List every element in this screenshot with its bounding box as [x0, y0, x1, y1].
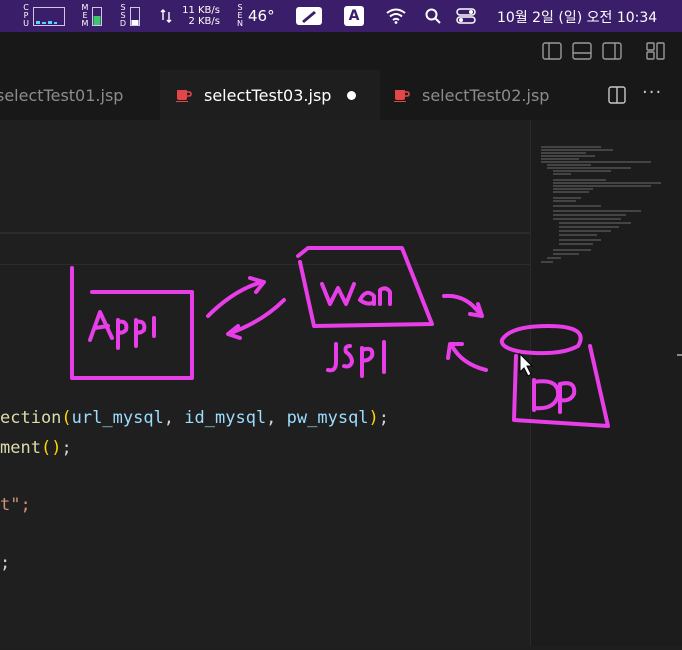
- app-box-drawing: [70, 266, 194, 380]
- was-handwriting: [320, 282, 392, 306]
- pen-annotation-overlay: [70, 246, 610, 428]
- arrow-to-db-drawing: [442, 293, 484, 318]
- arrow-right-drawing: [206, 276, 266, 318]
- db-cylinder-drawing: [499, 324, 610, 428]
- arrow-left-drawing: [226, 298, 286, 340]
- arrow-from-db-drawing: [446, 342, 488, 372]
- was-box-drawing: [296, 246, 434, 328]
- mouse-cursor-icon: [519, 352, 534, 377]
- db-handwriting: [532, 378, 577, 414]
- app-handwriting: [88, 310, 156, 350]
- jsp-handwriting: [326, 340, 386, 378]
